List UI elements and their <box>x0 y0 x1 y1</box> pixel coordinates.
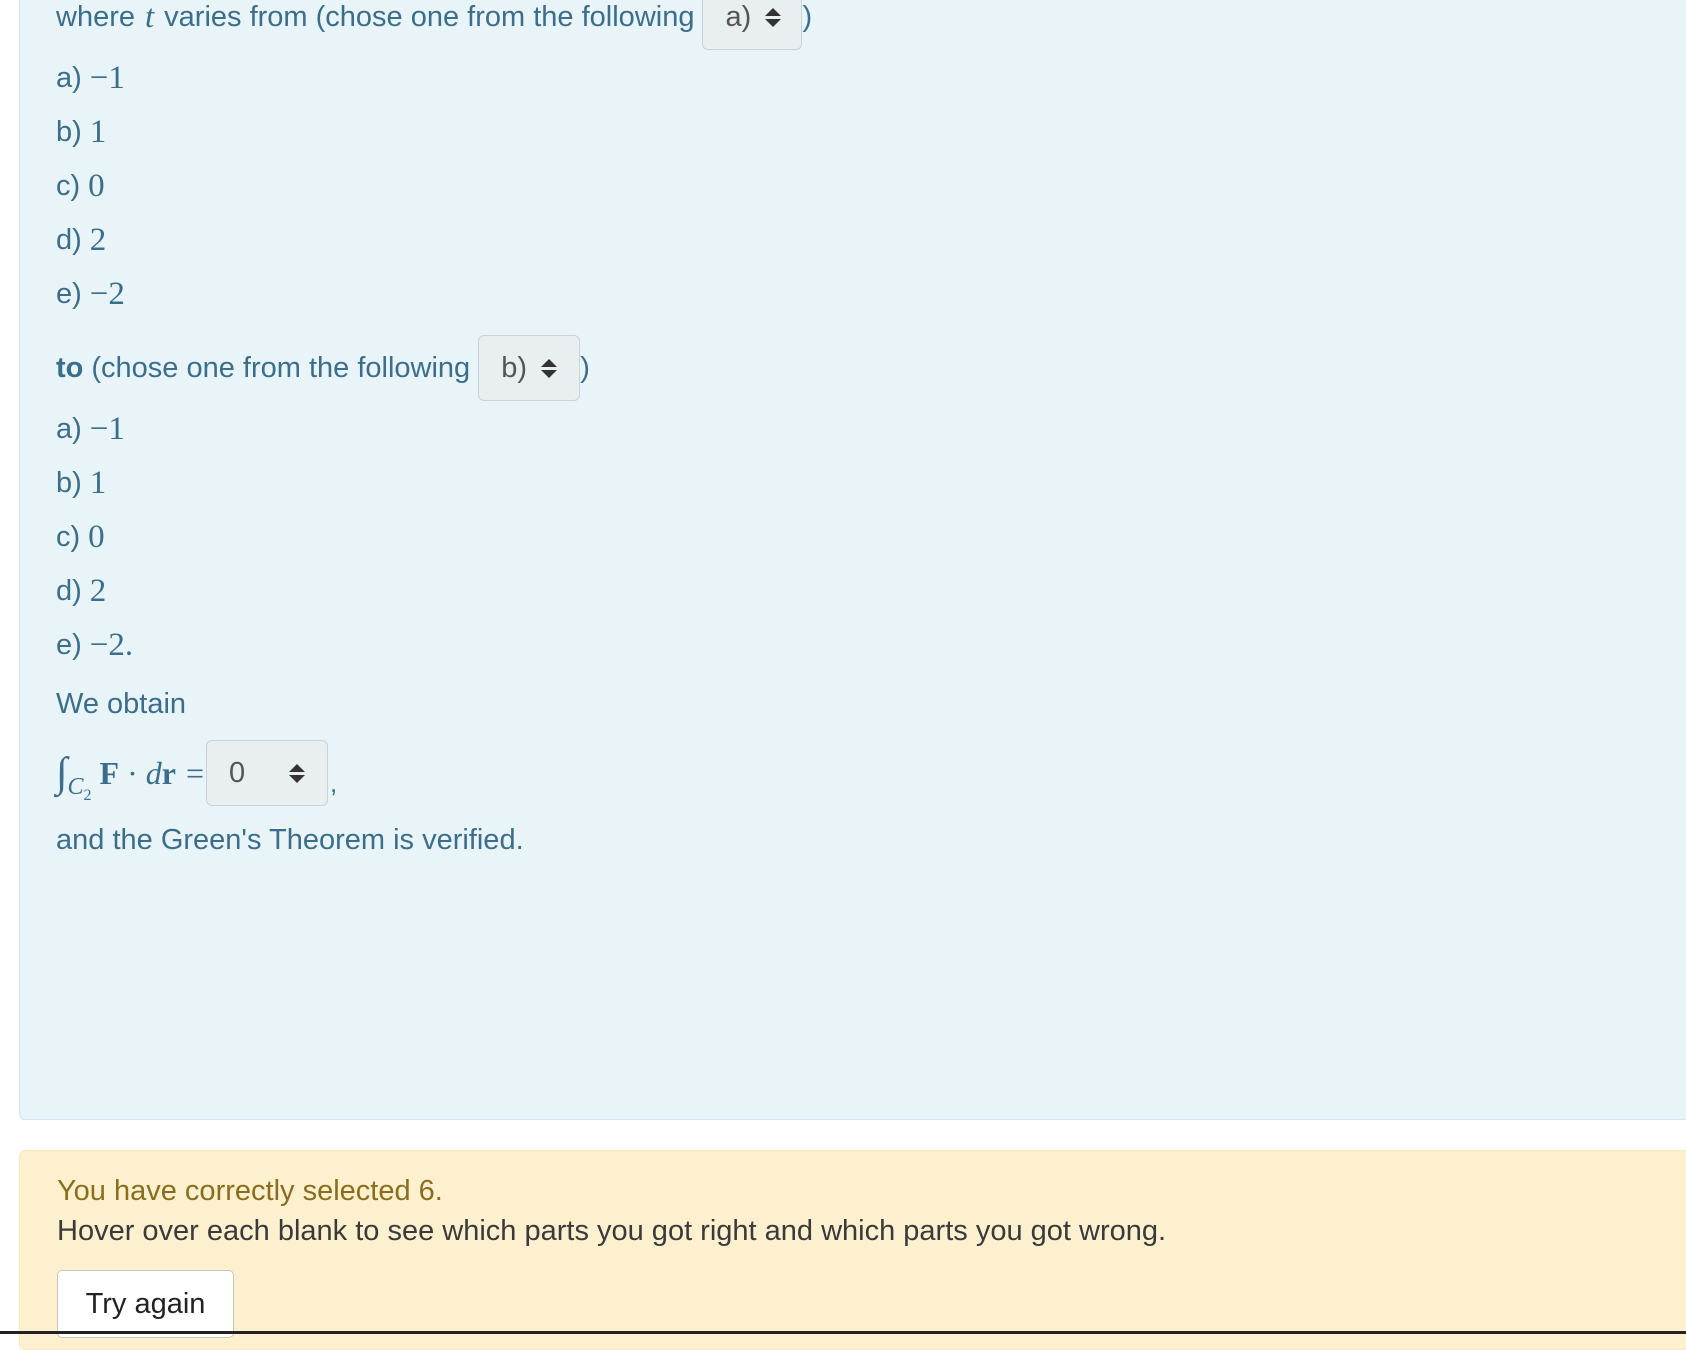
select-arrows-icon <box>541 358 558 378</box>
from-option-a: a) −1 <box>56 60 125 97</box>
from-select[interactable]: a) <box>702 0 803 50</box>
to-option-e: e) −2. <box>56 627 133 664</box>
conclusion-line: and the Green's Theorem is verified. <box>56 824 524 857</box>
integral-symbol: ∫ <box>56 750 68 796</box>
vector-r: r <box>161 754 176 791</box>
to-option-d: d) 2 <box>56 573 106 610</box>
to-text: (chose one from the following <box>91 351 471 384</box>
option-label: d) <box>56 575 82 607</box>
try-again-button[interactable]: Try again <box>57 1270 234 1338</box>
option-label: a) <box>56 62 82 94</box>
integral-subscript-c: C <box>67 773 84 800</box>
option-value: 2 <box>89 222 107 258</box>
from-select-value: a) <box>725 0 752 33</box>
feedback-title: You have correctly selected 6. <box>57 1175 443 1207</box>
option-label: b) <box>56 467 82 499</box>
variable-t: t <box>145 0 155 35</box>
option-value: −1 <box>89 411 125 447</box>
feedback-message: Hover over each blank to see which parts… <box>57 1215 1167 1247</box>
to-close-paren: ) <box>580 351 590 384</box>
from-option-d: d) 2 <box>56 222 106 259</box>
from-option-c: c) 0 <box>56 168 105 205</box>
integral-select[interactable]: 0 <box>205 740 328 806</box>
obtain-text: We obtain <box>56 688 187 720</box>
to-select-value: b) <box>501 351 527 384</box>
select-arrows-icon <box>288 763 305 783</box>
option-value: 1 <box>89 465 107 501</box>
integral-subscript-2: 2 <box>83 786 92 804</box>
dot-operator: · <box>127 754 138 791</box>
integral-select-value: 0 <box>228 756 246 789</box>
to-select[interactable]: b) <box>478 335 581 401</box>
option-label: b) <box>56 116 82 148</box>
from-text: varies from (chose one from the followin… <box>164 0 695 33</box>
field-f: F <box>99 754 120 791</box>
to-line: to (chose one from the following b) ) <box>56 335 590 401</box>
feedback-panel: You have correctly selected 6. Hover ove… <box>19 1150 1686 1350</box>
option-value: 0 <box>88 168 105 204</box>
option-value: 2 <box>89 573 107 609</box>
to-option-a: a) −1 <box>56 411 125 448</box>
option-value: 1 <box>89 114 107 150</box>
from-line: where t varies from (chose one from the … <box>56 0 812 50</box>
to-bold: to <box>56 351 84 384</box>
option-label: c) <box>56 170 81 202</box>
from-prefix: where <box>56 0 135 33</box>
from-close-paren: ) <box>802 0 813 33</box>
option-label: a) <box>56 413 82 445</box>
differential-d: d <box>145 754 162 791</box>
option-value: −1 <box>89 60 125 96</box>
to-option-b: b) 1 <box>56 465 106 502</box>
conclusion-text: and the Green's Theorem is verified. <box>56 824 524 856</box>
option-label: d) <box>56 224 82 256</box>
option-label: c) <box>56 521 81 553</box>
question-panel <box>19 0 1686 1120</box>
equals-sign: = <box>185 754 204 791</box>
select-arrows-icon <box>765 7 782 27</box>
option-label: e) <box>56 629 82 661</box>
integral-subscript: C2 <box>67 773 92 804</box>
obtain-line: We obtain <box>56 688 186 721</box>
option-value: −2. <box>89 627 134 663</box>
integral-line: ∫ C2 F · dr = 0 , <box>56 740 337 806</box>
option-value: −2 <box>89 276 125 312</box>
option-value: 0 <box>88 519 105 555</box>
integral-trailing-comma: , <box>329 767 338 798</box>
to-option-c: c) 0 <box>56 519 105 556</box>
from-option-e: e) −2 <box>56 276 125 313</box>
option-label: e) <box>56 278 82 310</box>
from-option-b: b) 1 <box>56 114 106 151</box>
